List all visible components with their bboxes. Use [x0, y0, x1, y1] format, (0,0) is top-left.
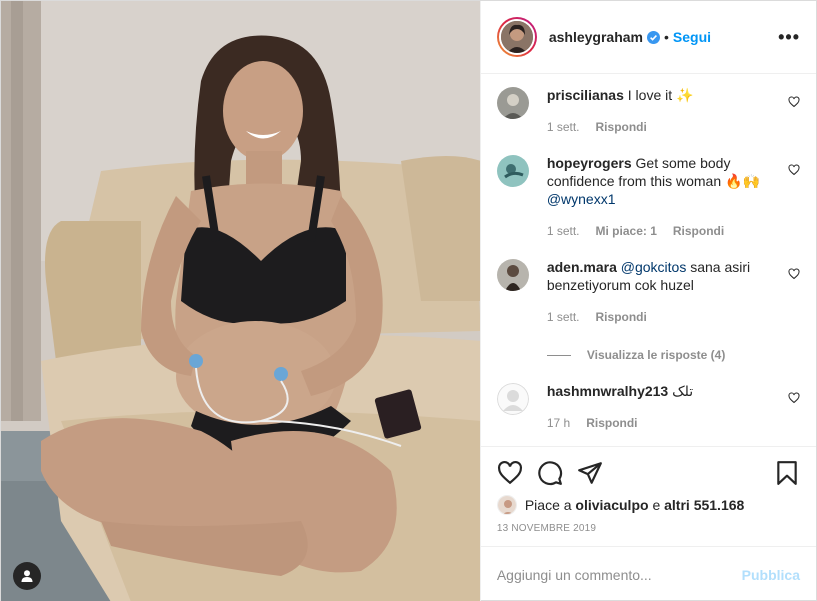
action-bar — [481, 447, 816, 493]
comment-item: priscilianas I love it ✨ 1 sett. Rispond… — [496, 86, 800, 136]
view-replies-label: Visualizza le risposte (4) — [586, 348, 726, 362]
comment-time[interactable]: 17 h — [547, 414, 570, 432]
comment-like-heart-icon[interactable] — [788, 96, 800, 108]
comment-item: aden.mara @gokcitos sana asiri benzetiyo… — [496, 258, 800, 326]
commenter-avatar[interactable] — [496, 155, 529, 187]
liker-avatar[interactable] — [496, 495, 517, 515]
comment-mention[interactable]: @wynexx1 — [547, 191, 616, 207]
comment-likes-count[interactable]: Mi piace: 1 — [596, 222, 657, 240]
reply-button[interactable]: Rispondi — [596, 118, 647, 136]
comment-icon[interactable] — [537, 460, 563, 486]
author-username[interactable]: ashleygraham — [549, 29, 643, 45]
liker-username[interactable]: oliviaculpo — [575, 497, 648, 513]
post-photo[interactable] — [1, 1, 480, 601]
comment-text: I love it ✨ — [627, 87, 694, 103]
share-icon[interactable] — [577, 460, 603, 486]
comment-username[interactable]: priscilianas — [547, 87, 624, 103]
comment-text: تلک — [672, 383, 694, 399]
user-tag-icon — [21, 570, 33, 582]
comments-list[interactable]: priscilianas I love it ✨ 1 sett. Rispond… — [481, 74, 816, 446]
bookmark-icon[interactable] — [774, 460, 800, 486]
replies-divider — [546, 354, 571, 356]
author-avatar-image — [500, 21, 533, 53]
follow-button[interactable]: Segui — [673, 29, 711, 45]
comment-username[interactable]: aden.mara — [547, 259, 617, 275]
comment-like-heart-icon[interactable] — [788, 392, 800, 404]
comment-time[interactable]: 1 sett. — [547, 222, 580, 240]
commenter-avatar[interactable] — [496, 87, 529, 119]
publish-button[interactable]: Pubblica — [742, 567, 800, 583]
instagram-post: ashleygraham • Segui ••• priscilianas I … — [0, 0, 817, 601]
comment-username[interactable]: hashmnwralhy213 — [547, 383, 668, 399]
reply-button[interactable]: Rispondi — [673, 222, 724, 240]
reply-button[interactable]: Rispondi — [596, 308, 647, 326]
likes-summary: Piace a oliviaculpo e altri 551.168 — [481, 493, 816, 517]
post-actions-area: Piace a oliviaculpo e altri 551.168 13 N… — [480, 446, 816, 546]
post-image — [1, 1, 480, 601]
likes-others-count[interactable]: altri 551.168 — [664, 497, 744, 513]
user-tag-button[interactable] — [13, 562, 41, 590]
verified-icon — [647, 30, 660, 44]
comment-time[interactable]: 1 sett. — [547, 308, 580, 326]
comment-mention[interactable]: @gokcitos — [621, 259, 687, 275]
comment-time[interactable]: 1 sett. — [547, 118, 580, 136]
more-icon[interactable]: ••• — [778, 27, 800, 48]
commenter-avatar[interactable] — [496, 259, 529, 291]
post-date[interactable]: 13 NOVEMBRE 2019 — [481, 517, 816, 546]
commenter-avatar[interactable] — [496, 383, 529, 415]
comment-item: hashmnwralhy213 تلک 17 h Rispondi — [496, 382, 800, 432]
comment-like-heart-icon[interactable] — [788, 164, 800, 176]
likes-conjunction: e — [652, 497, 661, 513]
comment-item: hopeyrogers Get some body confidence fro… — [496, 154, 800, 240]
comment-username[interactable]: hopeyrogers — [547, 155, 632, 171]
post-side-panel: ashleygraham • Segui ••• priscilianas I … — [479, 1, 816, 601]
likes-prefix: Piace a — [524, 497, 572, 513]
post-header: ashleygraham • Segui ••• — [480, 1, 816, 74]
view-replies-button[interactable]: Visualizza le risposte (4) — [546, 348, 800, 362]
author-avatar[interactable] — [496, 17, 537, 57]
heart-icon[interactable] — [497, 460, 523, 486]
reply-button[interactable]: Rispondi — [586, 414, 637, 432]
add-comment-bar: Pubblica — [480, 546, 816, 601]
header-separator: • — [664, 29, 669, 45]
comment-input[interactable] — [496, 566, 742, 583]
comment-like-heart-icon[interactable] — [788, 268, 800, 280]
